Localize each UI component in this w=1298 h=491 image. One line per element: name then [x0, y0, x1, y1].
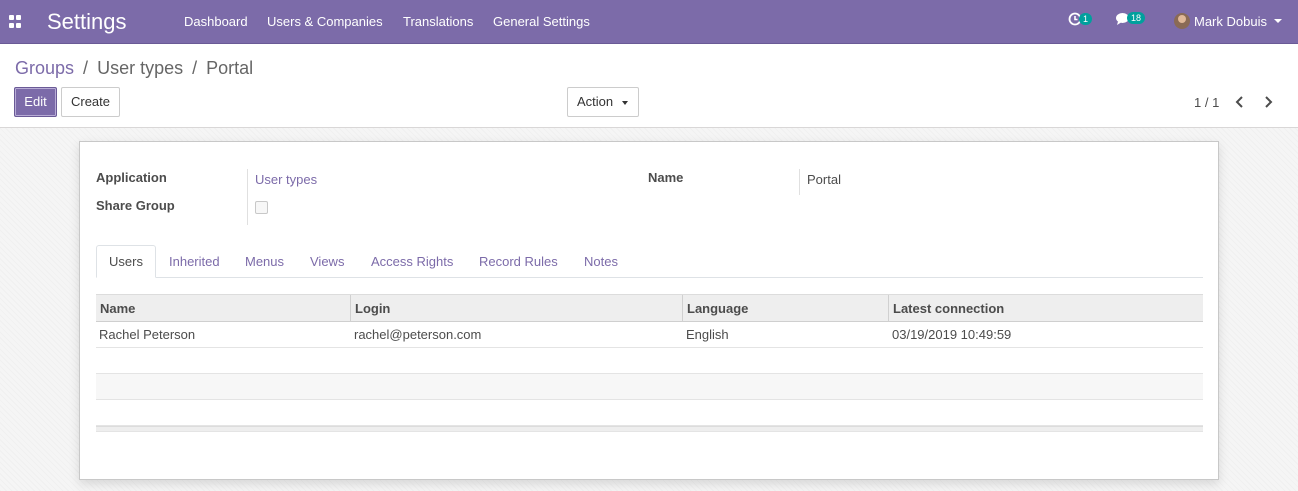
- name-value: Portal: [807, 172, 841, 187]
- user-menu-caret-icon[interactable]: [1274, 19, 1282, 23]
- column-header-latest-connection[interactable]: Latest connection: [889, 295, 1203, 322]
- cell-login: rachel@peterson.com: [354, 327, 482, 342]
- field-separator: [799, 169, 800, 195]
- application-label: Application: [96, 170, 167, 185]
- cell-name: Rachel Peterson: [99, 327, 196, 342]
- caret-down-icon: [622, 101, 628, 105]
- tab-users[interactable]: Users: [96, 245, 156, 278]
- chevron-left-icon: [1235, 96, 1243, 108]
- app-title: Settings: [47, 9, 127, 34]
- menu-dashboard[interactable]: Dashboard: [184, 14, 248, 29]
- cell-latest-connection: 03/19/2019 10:49:59: [892, 327, 1012, 342]
- breadcrumb-separator: /: [83, 58, 89, 78]
- activity-count-badge: 1: [1079, 13, 1093, 25]
- field-separator: [247, 169, 248, 225]
- chevron-right-icon: [1265, 96, 1273, 108]
- form-sheet: Application User types Share Group Name …: [79, 141, 1219, 480]
- action-dropdown[interactable]: Action: [567, 87, 639, 117]
- users-table: Name Login Language Latest connection Ra…: [96, 294, 1203, 432]
- table-header: Name Login Language Latest connection: [96, 294, 1203, 322]
- create-button[interactable]: Create: [61, 87, 120, 117]
- share-group-checkbox[interactable]: [255, 201, 268, 214]
- menu-translations[interactable]: Translations: [403, 14, 473, 29]
- tab-views[interactable]: Views: [298, 245, 356, 278]
- empty-table-row: [96, 374, 1203, 400]
- tab-menus[interactable]: Menus: [233, 245, 296, 278]
- pager-previous-button[interactable]: [1234, 95, 1246, 109]
- tab-access-rights[interactable]: Access Rights: [359, 245, 465, 278]
- activities-button[interactable]: 1: [1068, 12, 1093, 29]
- pager-value[interactable]: 1 / 1: [1194, 95, 1219, 110]
- breadcrumb-groups[interactable]: Groups: [15, 58, 74, 78]
- user-avatar[interactable]: [1174, 13, 1190, 29]
- name-label: Name: [648, 170, 684, 185]
- edit-button[interactable]: Edit: [14, 87, 57, 117]
- breadcrumb-separator: /: [192, 58, 198, 78]
- messages-count-badge: 18: [1127, 12, 1146, 24]
- empty-table-row: [96, 400, 1203, 426]
- user-menu[interactable]: Mark Dobuis: [1194, 14, 1267, 29]
- menu-users-companies[interactable]: Users & Companies: [267, 14, 383, 29]
- table-row[interactable]: Rachel Peterson rachel@peterson.com Engl…: [96, 322, 1203, 348]
- apps-menu-icon[interactable]: [9, 15, 22, 28]
- cell-language: English: [686, 327, 729, 342]
- application-value-link[interactable]: User types: [255, 172, 317, 187]
- top-navbar: Settings Dashboard Users & Companies Tra…: [0, 0, 1298, 44]
- menu-general-settings[interactable]: General Settings: [493, 14, 590, 29]
- column-header-login[interactable]: Login: [351, 295, 683, 322]
- column-header-language[interactable]: Language: [683, 295, 889, 322]
- column-header-name[interactable]: Name: [96, 295, 351, 322]
- tab-record-rules[interactable]: Record Rules: [467, 245, 570, 278]
- empty-table-row: [96, 348, 1203, 374]
- table-footer: [96, 426, 1203, 432]
- share-group-label: Share Group: [96, 198, 175, 213]
- action-label: Action: [577, 94, 614, 109]
- tab-inherited[interactable]: Inherited: [157, 245, 232, 278]
- tab-notes[interactable]: Notes: [572, 245, 630, 278]
- pager-next-button[interactable]: [1262, 95, 1274, 109]
- breadcrumb-user-types[interactable]: User types: [97, 58, 183, 78]
- breadcrumb-current: Portal: [206, 58, 254, 78]
- breadcrumb: Groups / User types / Portal: [15, 58, 253, 79]
- messages-button[interactable]: 18: [1115, 12, 1146, 29]
